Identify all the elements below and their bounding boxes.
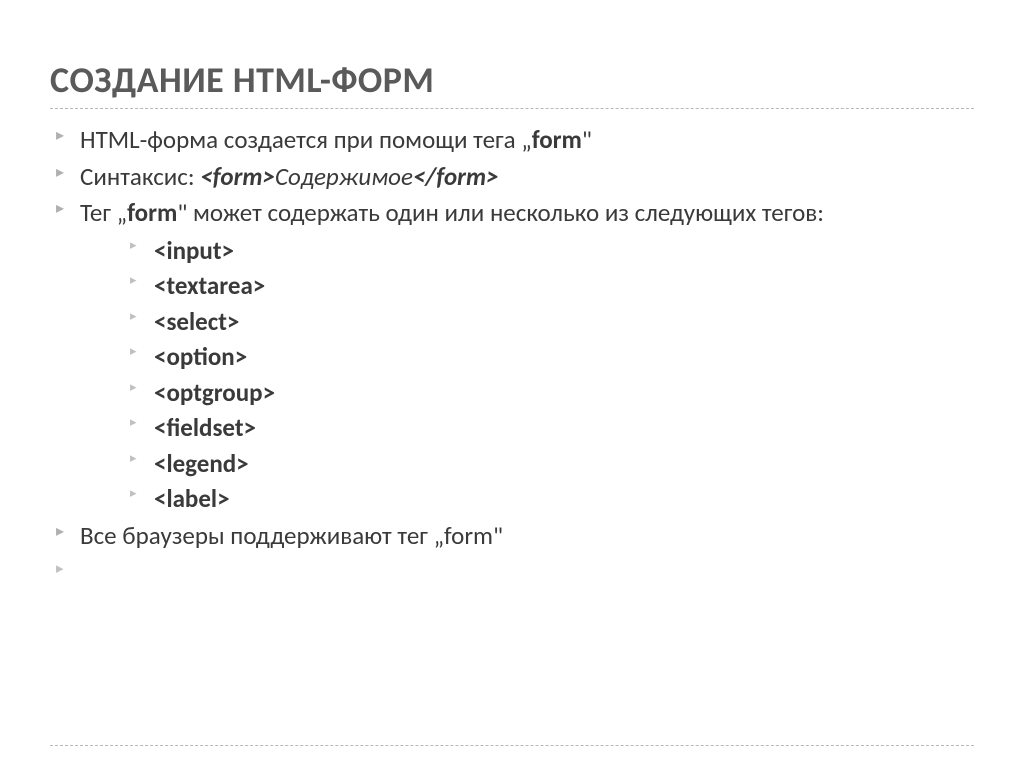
footer-suffix: "	[493, 520, 503, 551]
tag-item: <fieldset>	[128, 410, 974, 446]
tag-name: <option>	[154, 341, 247, 372]
tag-item: <textarea>	[128, 268, 974, 304]
tag-name: <label>	[154, 483, 230, 514]
tag-name: <optgroup>	[154, 377, 275, 408]
tag-item: <input>	[128, 233, 974, 269]
tag-item: <legend>	[128, 446, 974, 482]
bullet-item: Тег „form" может содержать один или неск…	[50, 196, 974, 517]
syntax-open: <form>	[200, 161, 275, 192]
tag-list: <input> <textarea> <select> <option> <op…	[80, 233, 974, 517]
bullet-text: Синтаксис:	[80, 161, 200, 192]
tag-item: <select>	[128, 304, 974, 340]
tag-name: <textarea>	[154, 270, 265, 301]
tag-item: <label>	[128, 481, 974, 517]
syntax-content: Содержимое	[275, 161, 413, 192]
bullet-strong: form	[532, 124, 582, 155]
bullet-strong: form	[127, 197, 177, 228]
syntax-close: </form>	[413, 161, 499, 192]
title-divider	[50, 108, 974, 109]
tag-name: <fieldset>	[154, 412, 256, 443]
tag-name: <input>	[154, 235, 234, 266]
slide-title: СОЗДАНИЕ HTML-ФОРМ	[50, 58, 974, 102]
bullet-text: Тег „	[80, 197, 127, 228]
bullet-item: Все браузеры поддерживают тег „form"	[50, 519, 974, 554]
tag-item: <option>	[128, 339, 974, 375]
tag-item: <optgroup>	[128, 375, 974, 411]
bullet-suffix: "	[582, 124, 592, 155]
bullet-text: HTML-форма создается при помощи тега „	[80, 124, 532, 155]
tag-name: <legend>	[154, 448, 249, 479]
bullet-suffix: " может содержать один или несколько из …	[177, 197, 824, 228]
main-bullet-list: HTML-форма создается при помощи тега „fo…	[50, 123, 974, 553]
bottom-divider	[50, 745, 974, 746]
footer-strong: form	[444, 520, 493, 551]
tag-name: <select>	[154, 306, 239, 337]
bullet-text: Все браузеры поддерживают тег „	[80, 520, 444, 551]
bullet-item: HTML-форма создается при помощи тега „fo…	[50, 123, 974, 158]
bullet-item: Синтаксис: <form>Содержимое</form>	[50, 160, 974, 195]
